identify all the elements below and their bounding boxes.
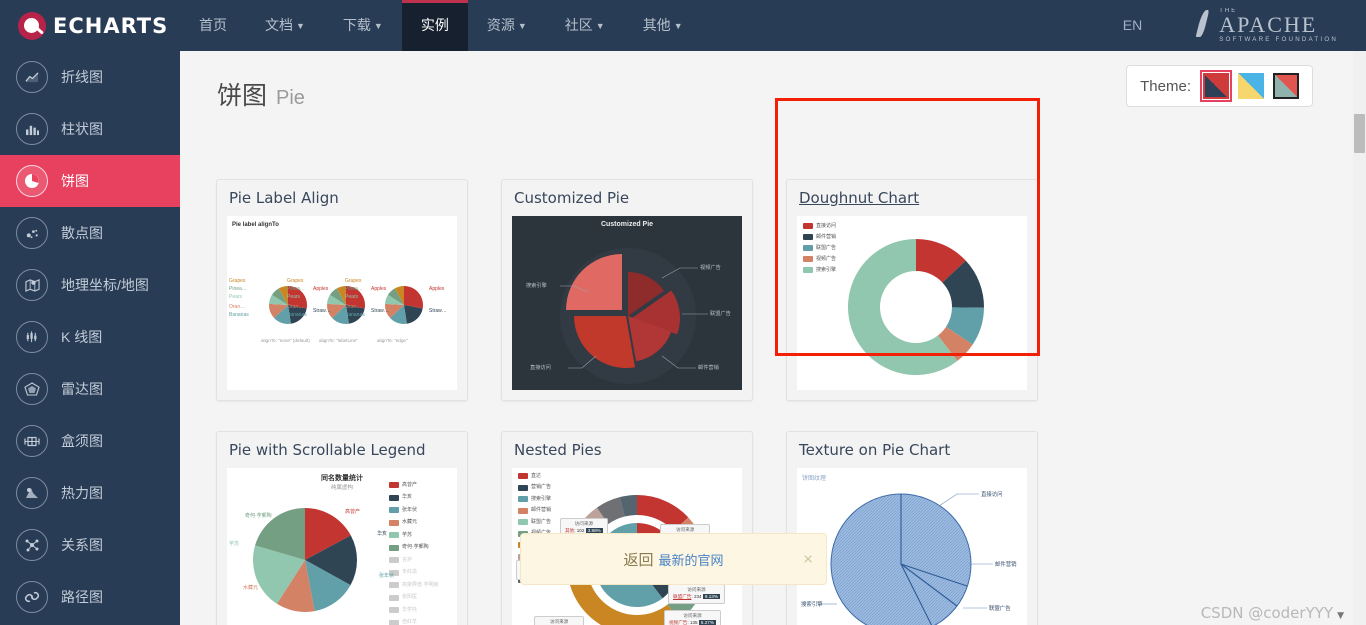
apache-sub-text: SOFTWARE FOUNDATION (1219, 35, 1338, 43)
sidebar-item-8[interactable]: 热力图 (0, 467, 180, 519)
sidebar-item-label: 路径图 (61, 589, 103, 605)
echarts-logo[interactable]: ECHARTS (0, 11, 180, 40)
chart-card-5[interactable]: Texture on Pie Chart 饼图纹理 直接访问 邮件营销 联盟广告 搜索引擎 (786, 431, 1038, 625)
nav-item-4[interactable]: 资源 ▼ (468, 0, 546, 51)
sidebar-item-9[interactable]: 关系图 (0, 519, 180, 571)
page-scrollbar[interactable] (1353, 51, 1366, 625)
nav-item-label: 首页 (199, 17, 227, 33)
watermark: CSDN @coderYYY ▼ (1201, 604, 1344, 622)
page-title: 饼图 Pie (217, 76, 305, 112)
nav-item-label: 下载 (342, 17, 371, 33)
nav-items: 首页 文档 ▼ 下载 ▼ 实例 资源 ▼ 社区 ▼ 其他 ▼ (180, 0, 702, 51)
echarts-logo-icon (18, 11, 46, 40)
chart-card-2[interactable]: Doughnut Chart 直接访问 邮件营销 联盟广告 视频广告 搜索引擎 (786, 179, 1038, 401)
dark-theme-swatch[interactable] (1200, 70, 1232, 102)
echarts-logo-text: ECHARTS (53, 13, 169, 38)
chart-card-title: Nested Pies (514, 441, 602, 459)
chart-card-1[interactable]: Customized Pie Customized Pie 视频广告 联盟广告 邮件营销… (501, 179, 753, 401)
nav-item-3[interactable]: 实例 (401, 0, 468, 51)
chart-type-sidebar: 折线图柱状图饼图散点图地理坐标/地图 K 线图雷达图盒须图热力图关系图路径图 (0, 51, 180, 625)
sidebar-item-0[interactable]: 折线图 (0, 51, 180, 103)
nav-item-0[interactable]: 首页 (180, 0, 246, 51)
pie-chart-icon (16, 165, 48, 197)
chevron-down-icon: ▼ (296, 21, 305, 31)
nav-item-label: 其他 (642, 17, 671, 33)
sidebar-item-label: 散点图 (61, 225, 103, 241)
nav-item-label: 实例 (420, 17, 449, 33)
candlestick-icon (16, 321, 48, 353)
chart-card-title: Pie with Scrollable Legend (229, 441, 426, 459)
chart-card-0[interactable]: Pie Label Align Pie label alignTo alignTo:… (216, 179, 468, 401)
theme-selector: Theme: (1126, 65, 1313, 107)
sidebar-item-label: 饼图 (61, 173, 89, 189)
sidebar-item-label: 雷达图 (61, 381, 103, 397)
chart-card-title: Texture on Pie Chart (799, 441, 951, 459)
sidebar-item-4[interactable]: 地理坐标/地图 (0, 259, 180, 311)
chart-preview: 同名数量统计 纯属虚构 高曾产 华亥 张年伏 水藏元 芋苏 奇何·芋郵陶 言炉 冬红造 高架弄皮·芋… (227, 468, 457, 625)
chevron-down-icon: ▼ (1337, 611, 1344, 621)
page-title-cn: 饼图 (217, 82, 268, 110)
nav-item-label: 社区 (564, 17, 593, 33)
scrollbar-thumb[interactable] (1354, 114, 1365, 153)
sidebar-item-label: K 线图 (61, 329, 103, 345)
nav-item-6[interactable]: 其他 ▼ (624, 0, 702, 51)
chart-preview: Pie label alignTo alignTo: "none" (defaul… (227, 216, 457, 390)
top-navigation-bar: ECHARTS 首页 文档 ▼ 下载 ▼ 实例 资源 ▼ 社区 ▼ 其他 ▼ EN THE APACH… (0, 0, 1366, 51)
sidebar-item-label: 热力图 (61, 485, 103, 501)
chevron-down-icon: ▼ (595, 21, 605, 31)
nav-item-label: 文档 (265, 17, 293, 33)
sidebar-item-6[interactable]: 雷达图 (0, 363, 180, 415)
chart-preview: 直接访问 邮件营销 联盟广告 视频广告 搜索引擎 (797, 216, 1027, 390)
banner-text: 返回 (623, 551, 654, 569)
chart-card-4[interactable]: Nested Pies直达营销广告搜索引擎邮件营销联盟广告视频广告百度谷歌必应其… (501, 431, 753, 625)
nav-item-5[interactable]: 社区 ▼ (546, 0, 624, 51)
sidebar-item-label: 地理坐标/地图 (61, 277, 149, 293)
line-chart-icon (16, 61, 48, 93)
graph-icon (16, 529, 48, 561)
language-switch[interactable]: EN (1123, 17, 1142, 33)
sidebar-item-label: 盒须图 (61, 433, 103, 449)
sidebar-item-5[interactable]: K 线图 (0, 311, 180, 363)
watermark-text: CSDN @coderYYY (1200, 604, 1334, 622)
chart-preview: Customized Pie 视频广告 联盟广告 邮件营销 直接访问 搜索引擎 (512, 216, 742, 390)
chart-card-3[interactable]: Pie with Scrollable Legend 同名数量统计 纯属虚构 高曾产华… (216, 431, 468, 625)
chart-card-title: Pie Label Align (229, 189, 339, 207)
sidebar-item-label: 关系图 (61, 537, 103, 553)
chevron-down-icon: ▼ (673, 21, 683, 31)
feather-icon (1194, 8, 1210, 42)
nav-right-group: EN THE APACHE SOFTWARE FOUNDATION (1123, 8, 1366, 43)
apache-name-text: APACHE (1219, 11, 1318, 37)
scatter-chart-icon (16, 217, 48, 249)
lines-icon (16, 581, 48, 613)
nav-item-2[interactable]: 下载 ▼ (324, 0, 402, 51)
nav-item-1[interactable]: 文档 ▼ (246, 0, 324, 51)
chart-card-title: Customized Pie (514, 189, 630, 207)
boxplot-icon (16, 425, 48, 457)
sidebar-item-2[interactable]: 饼图 (0, 155, 180, 207)
light-theme-swatch[interactable] (1273, 73, 1299, 99)
sidebar-item-10[interactable]: 路径图 (0, 571, 180, 623)
sidebar-item-3[interactable]: 散点图 (0, 207, 180, 259)
chart-card-title: Doughnut Chart (799, 189, 920, 207)
chevron-down-icon: ▼ (517, 21, 527, 31)
notification-banner: 返回 最新的官网 × (520, 533, 827, 585)
close-icon[interactable]: × (803, 551, 813, 568)
chevron-down-icon: ▼ (373, 21, 383, 31)
banner-link[interactable]: 最新的官网 (659, 550, 724, 569)
heatmap-icon (16, 477, 48, 509)
chart-preview: 饼图纹理 直接访问 邮件营销 联盟广告 搜索引擎 (797, 468, 1027, 625)
apache-foundation-logo[interactable]: THE APACHE SOFTWARE FOUNDATION (1194, 8, 1338, 43)
blue-theme-swatch[interactable] (1238, 73, 1264, 99)
bar-chart-icon (16, 113, 48, 145)
sidebar-item-1[interactable]: 柱状图 (0, 103, 180, 155)
radar-icon (16, 373, 48, 405)
nav-item-label: 资源 (486, 17, 515, 33)
sidebar-item-label: 柱状图 (61, 121, 103, 137)
map-icon (16, 269, 48, 301)
page-title-en: Pie (276, 87, 305, 109)
sidebar-item-7[interactable]: 盒须图 (0, 415, 180, 467)
theme-label: Theme: (1140, 77, 1191, 95)
sidebar-item-label: 折线图 (61, 69, 103, 85)
